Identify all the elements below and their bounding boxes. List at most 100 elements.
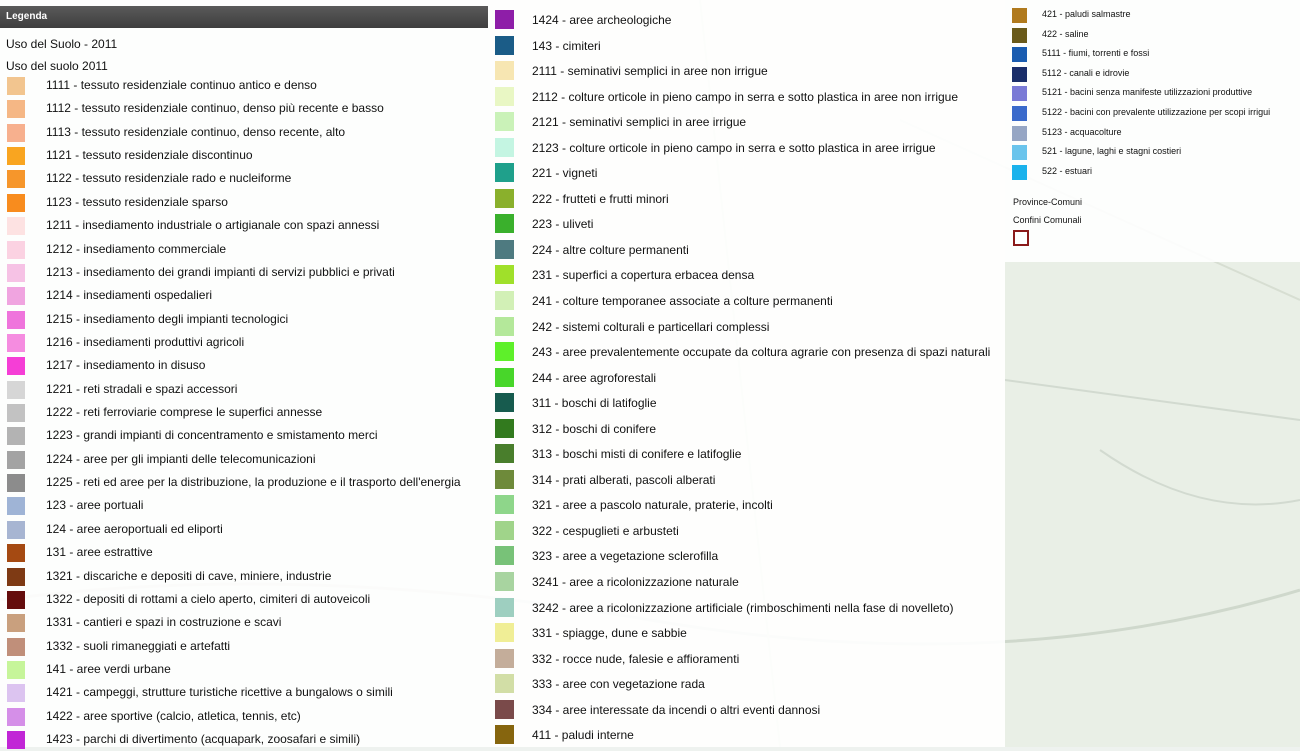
legend-item-label: 1211 - insediamento industriale o artigi… (46, 218, 380, 233)
confini-comunali-swatch (1013, 230, 1029, 246)
legend-swatch (495, 444, 514, 464)
legend-swatch (1012, 27, 1027, 43)
legend-swatch (495, 393, 514, 413)
legend-item-label: 323 - aree a vegetazione sclerofilla (532, 549, 719, 564)
legend-item-label: 1214 - insediamenti ospedalieri (46, 288, 213, 303)
legend-item-label: 2121 - seminativi semplici in aree irrig… (532, 115, 747, 130)
layer-title: Uso del Suolo - 2011 (6, 37, 118, 51)
legend-swatch (1012, 145, 1027, 161)
legend-swatch (495, 648, 514, 668)
legend-item-label: 1215 - insediamento degli impianti tecno… (46, 311, 289, 326)
legend-item-label: 123 - aree portuali (46, 498, 144, 513)
legend-item-label: 2123 - colture orticole in pieno campo i… (532, 140, 936, 155)
legend-swatch (495, 495, 514, 515)
legend-swatch (7, 450, 25, 469)
legend-swatch (495, 61, 514, 81)
legend-item-label: 244 - aree agroforestali (532, 370, 657, 385)
legend-item-label: 1212 - insediamento commerciale (46, 241, 227, 256)
legend-swatch (1012, 164, 1027, 180)
legend-swatch (7, 404, 25, 423)
legend-item-label: 331 - spiagge, dune e sabbie (532, 626, 687, 641)
legend-swatch (7, 637, 25, 656)
legend-swatch (7, 567, 25, 586)
legend-swatch (495, 546, 514, 566)
legend-swatch (7, 240, 25, 259)
legend-item-label: 5122 - bacini con prevalente utilizzazio… (1042, 106, 1271, 117)
legend-item-label: 223 - uliveti (532, 217, 594, 232)
legend-item-label: 334 - aree interessate da incendi o altr… (532, 702, 821, 717)
legend-item-label: 332 - rocce nude, falesie e affioramenti (532, 651, 740, 666)
legend-item-label: 131 - aree estrattive (46, 545, 153, 560)
legend-swatch (495, 188, 514, 208)
legend-panel-right: 421 - paludi salmastre 422 - saline 5111 -… (1005, 0, 1300, 262)
legend-item-label: 1225 - reti ed aree per la distribuzione… (46, 475, 461, 490)
sublayer-title: Uso del suolo 2011 (6, 59, 108, 73)
legend-item-label: 1222 - reti ferroviarie comprese le supe… (46, 405, 323, 420)
legend-swatch (495, 265, 514, 285)
confini-comunali-title: Confini Comunali (1013, 215, 1082, 225)
legend-swatch (495, 35, 514, 55)
legend-swatch (495, 572, 514, 592)
legend-item-label: 333 - aree con vegetazione rada (532, 677, 705, 692)
legend-swatch (7, 170, 25, 189)
legend-swatch (1012, 86, 1027, 102)
legend-swatch (7, 217, 25, 236)
legend-swatch (1012, 66, 1027, 82)
legend-swatch (7, 707, 25, 726)
legend-item-label: 422 - saline (1042, 28, 1089, 39)
legend-item-label: 321 - aree a pascolo naturale, praterie,… (532, 498, 773, 513)
legend-swatch (7, 731, 25, 750)
legend-swatch (7, 427, 25, 446)
legend-swatch (495, 520, 514, 540)
legend-item-label: 1217 - insediamento in disuso (46, 358, 206, 373)
legend-item-label: 1322 - depositi di rottami a cielo apert… (46, 591, 371, 606)
legend-swatch (7, 357, 25, 376)
legend-swatch (495, 239, 514, 259)
legend-swatch (495, 10, 514, 29)
legend-panel-left: Legenda Uso del Suolo - 2011 Uso del suo… (0, 0, 490, 750)
legend-item-label: 1122 - tessuto residenziale rado e nucle… (46, 171, 292, 186)
legend-item-label: 1221 - reti stradali e spazi accessori (46, 381, 238, 396)
legend-item-label: 1112 - tessuto residenziale continuo, de… (46, 101, 384, 116)
legend-item-label: 411 - paludi interne (532, 728, 634, 743)
legend-item-label: 231 - superfici a copertura erbacea dens… (532, 268, 755, 283)
legend-swatch (7, 380, 25, 399)
legend-swatch (7, 520, 25, 539)
legend-swatch (7, 590, 25, 609)
legend-item-label: 143 - cimiteri (532, 38, 601, 53)
legend-item-label: 243 - aree prevalentemente occupate da c… (532, 345, 991, 360)
legend-swatch (495, 291, 514, 311)
legend-swatch (7, 684, 25, 703)
legend-swatch (1012, 105, 1027, 121)
legend-item-label: 312 - boschi di conifere (532, 421, 657, 436)
legend-item-label: 421 - paludi salmastre (1042, 9, 1131, 19)
legend-swatch (7, 123, 25, 142)
legend-swatch (495, 418, 514, 438)
legend-panel-middle: 1424 - aree archeologiche 143 - cimiteri 2… (490, 0, 1005, 747)
legend-swatch (1012, 8, 1027, 23)
legend-swatch (7, 100, 25, 119)
legend-item-label: 521 - lagune, laghi e stagni costieri (1042, 146, 1182, 157)
legend-item-label: 1123 - tessuto residenziale sparso (46, 194, 228, 209)
legend-swatch (495, 316, 514, 336)
legend-swatch (495, 597, 514, 617)
legend-item-label: 1223 - grandi impianti di concentramento… (46, 428, 378, 443)
legend-item-label: 522 - estuari (1042, 165, 1093, 176)
legend-item-label: 1421 - campeggi, strutture turistiche ri… (46, 685, 393, 700)
legend-swatch (495, 86, 514, 106)
legend-swatch (495, 112, 514, 132)
province-comuni-title: Province-Comuni (1013, 197, 1083, 207)
legend-swatch (495, 214, 514, 234)
legend-swatch (7, 147, 25, 166)
legend-swatch (495, 469, 514, 489)
legend-item-label: 1213 - insediamento dei grandi impianti … (46, 264, 395, 279)
legend-swatch (1012, 125, 1027, 141)
legend-swatch (495, 725, 514, 745)
legend-swatch (7, 310, 25, 329)
legend-swatch (7, 544, 25, 563)
legend-item-label: 5121 - bacini senza manifeste utilizzazi… (1042, 87, 1253, 98)
legend-item-label: 3241 - aree a ricolonizzazione naturale (532, 575, 739, 590)
legend-swatch (7, 497, 25, 516)
legend-item-label: 242 - sistemi colturali e particellari c… (532, 319, 770, 334)
legend-item-label: 1113 - tessuto residenziale continuo, de… (46, 124, 346, 139)
